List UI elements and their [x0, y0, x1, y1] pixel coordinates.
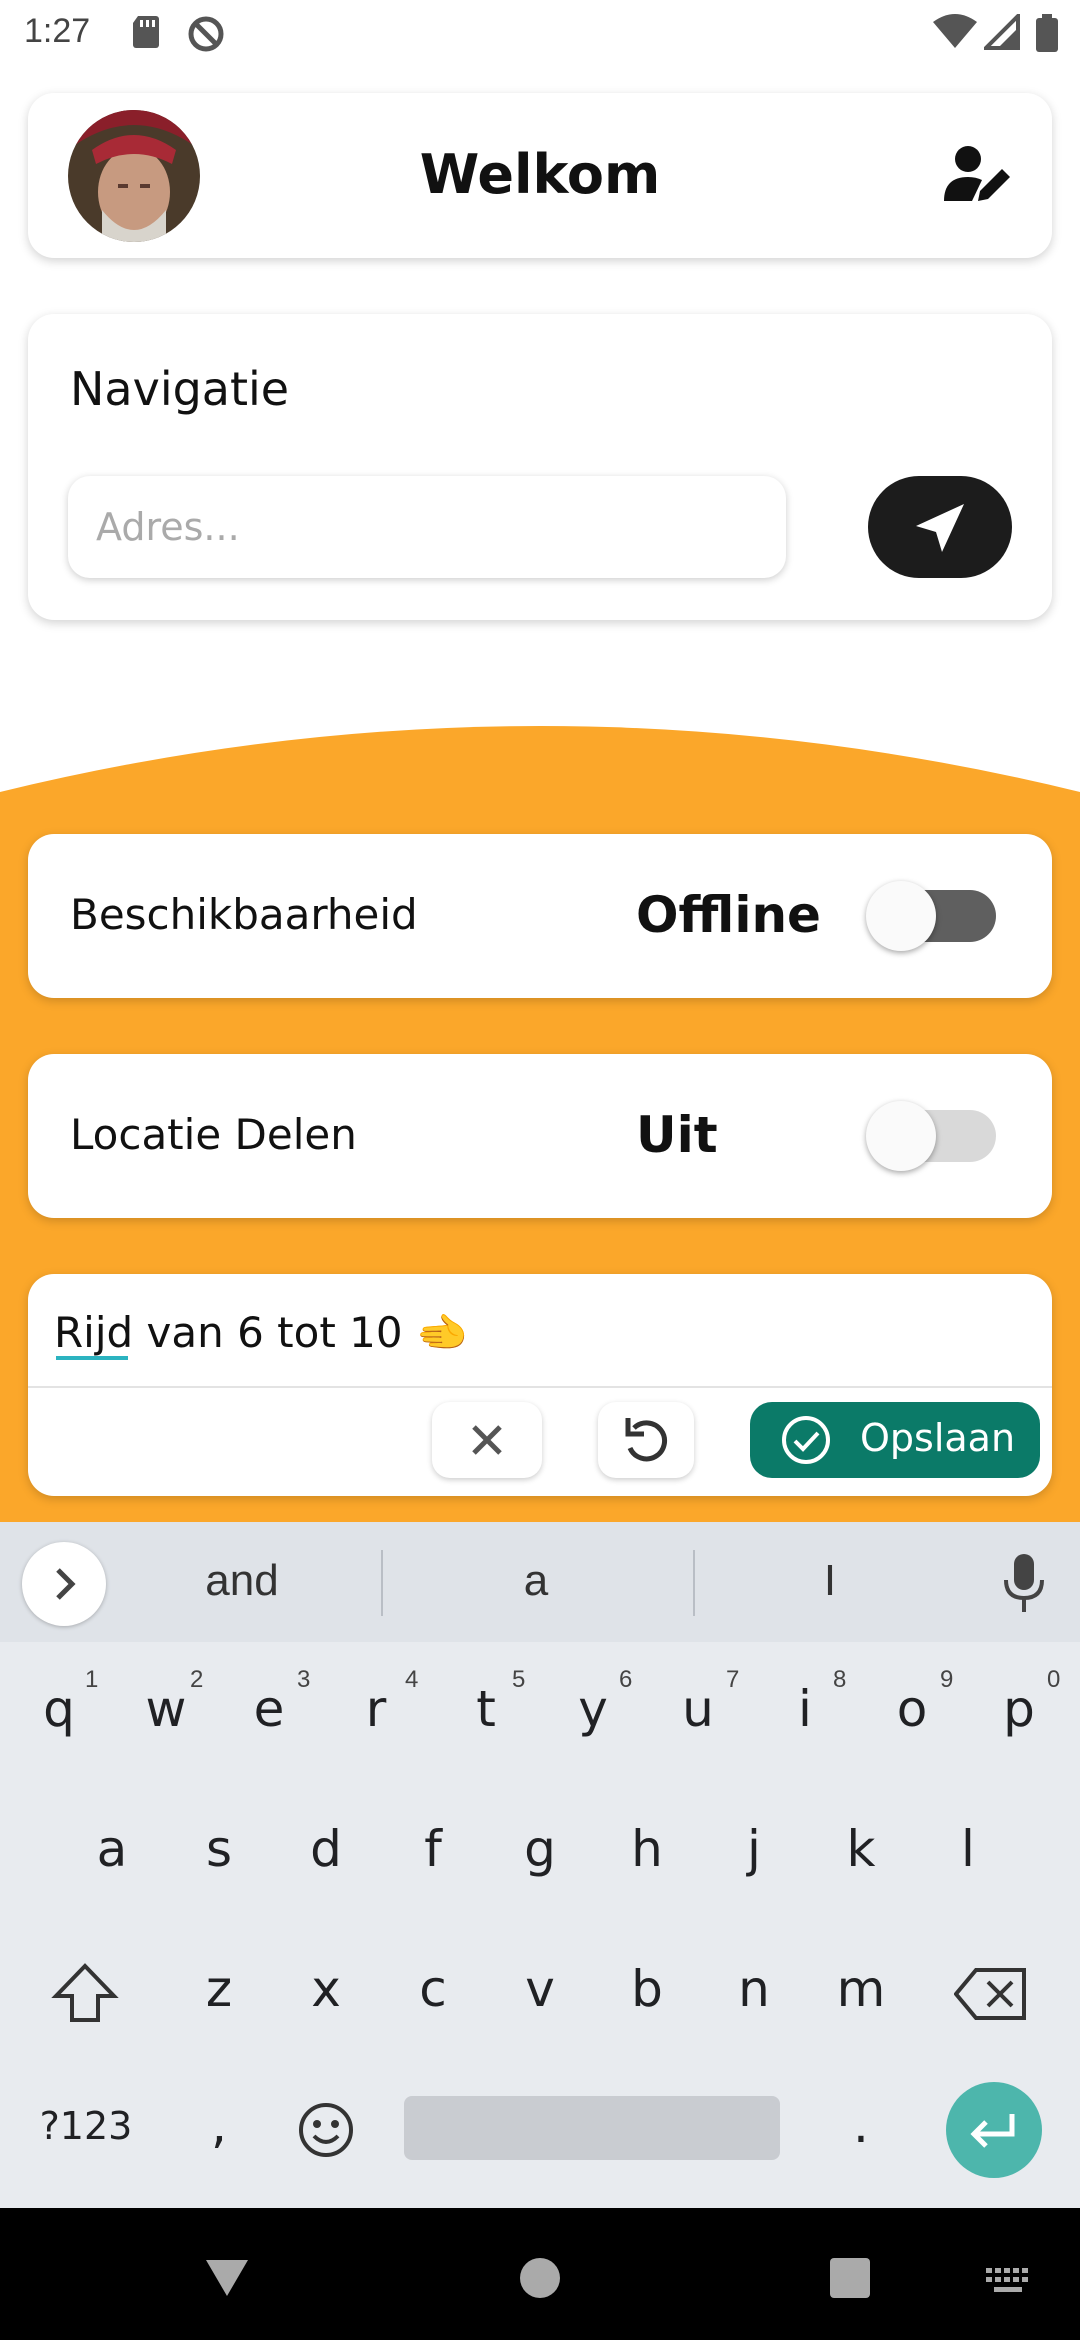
symbols-key[interactable]: ?123: [36, 2104, 136, 2148]
location-sharing-toggle-thumb: [866, 1101, 936, 1171]
key-z[interactable]: z: [174, 1960, 264, 2018]
key-hint-0: 0: [1047, 1666, 1061, 1693]
key-h[interactable]: h: [602, 1820, 692, 1878]
key-m[interactable]: m: [816, 1960, 906, 2018]
key-hint-9: 9: [940, 1666, 954, 1693]
status-time: 1:27: [24, 12, 91, 50]
availability-toggle[interactable]: [866, 881, 1006, 951]
chevron-right-icon: [56, 1568, 76, 1600]
key-period[interactable]: .: [816, 2096, 906, 2154]
navigation-arrow-icon: [916, 504, 964, 552]
status-bar: 1:27: [0, 0, 1080, 66]
undo-icon: [625, 1418, 668, 1462]
emoji-icon[interactable]: [296, 2100, 356, 2160]
key-hint-5: 5: [512, 1666, 526, 1693]
backspace-icon[interactable]: [954, 1966, 1028, 2022]
signal-icon: [984, 14, 1020, 50]
enter-arrow-icon: [970, 2114, 1015, 2148]
keyboard-switch-icon[interactable]: [986, 2268, 1030, 2294]
navigation-card: Navigatie: [28, 314, 1052, 620]
address-input[interactable]: [68, 476, 786, 578]
location-sharing-label: Locatie Delen: [70, 1110, 357, 1159]
enter-key[interactable]: [946, 2082, 1042, 2178]
cancel-button[interactable]: [432, 1402, 542, 1478]
availability-toggle-thumb: [866, 881, 936, 951]
spellcheck-underline: [56, 1356, 128, 1360]
microphone-icon[interactable]: [1002, 1552, 1046, 1614]
note-card: Rijd van 6 tot 10 🫲 Opslaan: [28, 1274, 1052, 1496]
key-comma[interactable]: ,: [174, 2096, 264, 2154]
suggestion-2[interactable]: a: [436, 1556, 636, 1606]
key-hint-6: 6: [619, 1666, 633, 1693]
page-title: Welkom: [419, 143, 661, 206]
navigation-title: Navigatie: [70, 362, 290, 416]
keyboard: and a I q w e r t y u i o p 1 2 3 4 5 6 …: [0, 1522, 1080, 2208]
key-hint-4: 4: [405, 1666, 419, 1693]
key-hint-2: 2: [190, 1666, 204, 1693]
key-g[interactable]: g: [495, 1820, 585, 1878]
key-d[interactable]: d: [281, 1820, 371, 1878]
shift-icon[interactable]: [50, 1960, 120, 2026]
home-icon[interactable]: [518, 2256, 562, 2300]
note-divider: [28, 1386, 1052, 1388]
key-f[interactable]: f: [388, 1820, 478, 1878]
recents-icon[interactable]: [830, 2258, 870, 2298]
check-circle-icon: [782, 1416, 830, 1464]
key-n[interactable]: n: [709, 1960, 799, 2018]
suggestion-3[interactable]: I: [730, 1556, 930, 1606]
suggestion-bar: and a I: [0, 1522, 1080, 1642]
expand-suggestions-button[interactable]: [22, 1542, 106, 1626]
key-k[interactable]: k: [816, 1820, 906, 1878]
navigate-button[interactable]: [868, 476, 1012, 578]
key-c[interactable]: c: [388, 1960, 478, 2018]
key-hint-8: 8: [833, 1666, 847, 1693]
availability-label: Beschikbaarheid: [70, 890, 418, 939]
welcome-card: Welkom: [28, 93, 1052, 258]
key-l[interactable]: l: [923, 1820, 1013, 1878]
key-b[interactable]: b: [602, 1960, 692, 2018]
key-v[interactable]: v: [495, 1960, 585, 2018]
key-hint-7: 7: [726, 1666, 740, 1693]
location-sharing-toggle[interactable]: [866, 1101, 1006, 1171]
suggestion-separator: [693, 1550, 695, 1616]
save-button[interactable]: Opslaan: [750, 1402, 1040, 1478]
battery-icon: [1036, 14, 1058, 52]
no-disturb-icon: [188, 16, 224, 52]
key-hint-3: 3: [297, 1666, 311, 1693]
suggestion-1[interactable]: and: [142, 1556, 342, 1606]
availability-state: Offline: [636, 886, 821, 944]
edit-profile-icon[interactable]: [942, 143, 1014, 207]
sd-card-icon: [133, 16, 159, 48]
key-x[interactable]: x: [281, 1960, 371, 2018]
wifi-icon: [933, 14, 977, 48]
location-sharing-card: Locatie Delen Uit: [28, 1054, 1052, 1218]
undo-button[interactable]: [598, 1402, 694, 1478]
key-s[interactable]: s: [174, 1820, 264, 1878]
location-sharing-state: Uit: [636, 1106, 718, 1164]
back-icon[interactable]: [204, 2258, 250, 2298]
save-label: Opslaan: [860, 1416, 1016, 1460]
close-icon: [472, 1425, 502, 1455]
suggestion-separator: [381, 1550, 383, 1616]
availability-card: Beschikbaarheid Offline: [28, 834, 1052, 998]
key-j[interactable]: j: [709, 1820, 799, 1878]
system-navigation-bar: [0, 2208, 1080, 2340]
key-a[interactable]: a: [67, 1820, 157, 1878]
key-hint-1: 1: [85, 1666, 99, 1693]
note-input[interactable]: Rijd van 6 tot 10 🫲: [54, 1308, 468, 1358]
spacebar[interactable]: [404, 2096, 780, 2160]
